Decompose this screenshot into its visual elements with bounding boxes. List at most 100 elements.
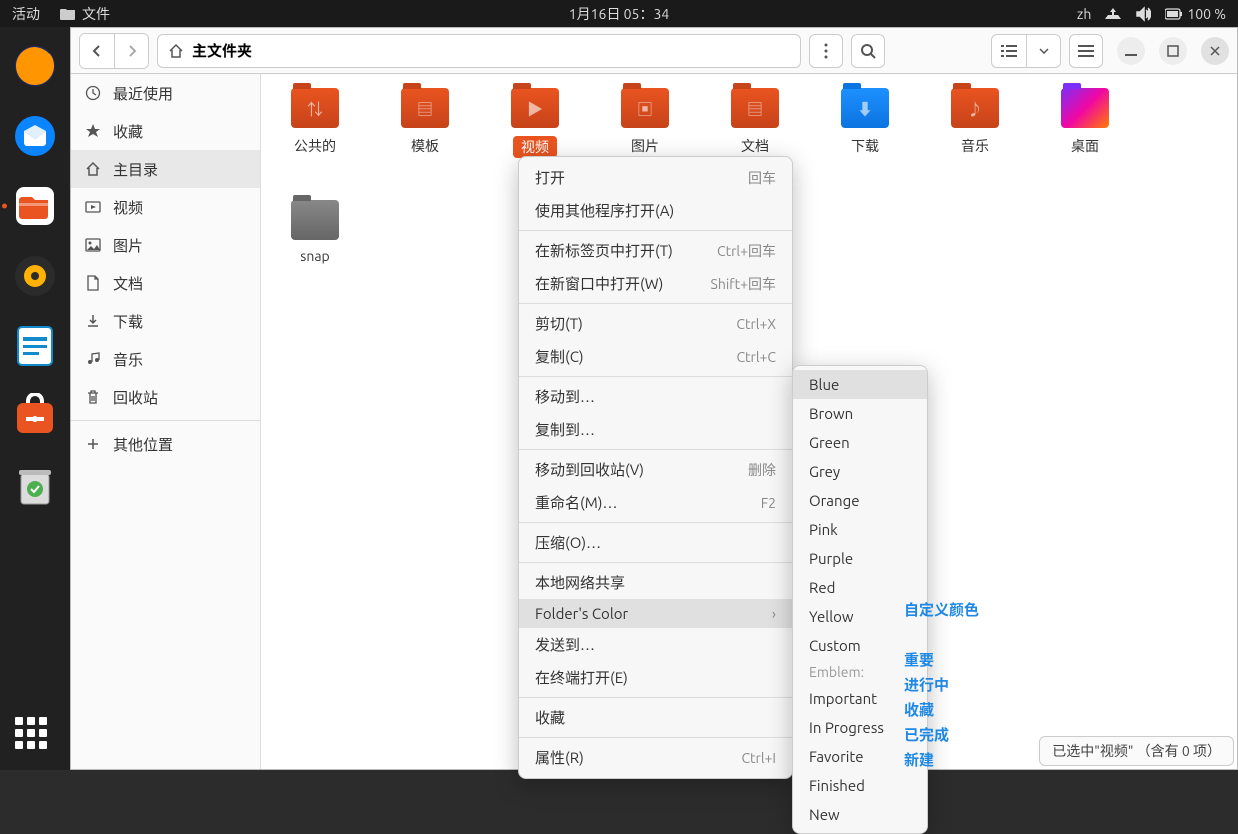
sidebar-item-home[interactable]: 主目录: [71, 150, 260, 188]
menu-shortcut: Shift+回车: [711, 274, 776, 294]
app-menu[interactable]: 文件: [60, 4, 110, 24]
submenu-item-blue[interactable]: Blue: [793, 370, 927, 399]
battery-label: 100 %: [1187, 6, 1226, 22]
minimize-button[interactable]: [1117, 37, 1145, 65]
menu-label: New: [809, 806, 840, 823]
menu-item[interactable]: 属性(R)Ctrl+I: [519, 741, 792, 774]
menu-item[interactable]: 收藏: [519, 701, 792, 734]
folder-item[interactable]: 桌面: [1055, 88, 1115, 158]
menu-item[interactable]: 复制(C)Ctrl+C: [519, 340, 792, 373]
menu-label: 移动到…: [535, 386, 595, 407]
plus-icon: [85, 436, 101, 452]
sidebar-item-clock[interactable]: 最近使用: [71, 74, 260, 112]
dock-trash[interactable]: [8, 459, 62, 513]
sidebar-item-music[interactable]: 音乐: [71, 340, 260, 378]
more-button[interactable]: [809, 34, 843, 68]
sidebar-item-star[interactable]: 收藏: [71, 112, 260, 150]
menu-item[interactable]: 在新窗口中打开(W)Shift+回车: [519, 267, 792, 300]
dock-show-apps[interactable]: [8, 710, 62, 764]
menu-item[interactable]: 使用其他程序打开(A): [519, 194, 792, 227]
menu-item[interactable]: 本地网络共享: [519, 566, 792, 599]
forward-button[interactable]: [114, 34, 148, 68]
folder-icon: [60, 6, 76, 22]
menu-item[interactable]: 在终端打开(E): [519, 661, 792, 694]
menu-label: 在终端打开(E): [535, 667, 628, 688]
path-label: 主文件夹: [192, 40, 252, 61]
sidebar-other-locations[interactable]: 其他位置: [71, 425, 260, 463]
folder-label: 模板: [411, 136, 439, 156]
sidebar-item-video[interactable]: 视频: [71, 188, 260, 226]
folder-icon: ▣: [621, 88, 669, 128]
view-switcher[interactable]: [991, 34, 1061, 68]
network-icon[interactable]: [1105, 6, 1121, 22]
menu-label: Folder's Color: [535, 605, 628, 622]
sidebar: 最近使用收藏主目录视频图片文档下载音乐回收站其他位置: [71, 74, 261, 769]
dock-files[interactable]: [8, 179, 62, 233]
clock[interactable]: 1月16日 05：34: [569, 4, 669, 24]
back-button[interactable]: [80, 34, 114, 68]
sidebar-item-label: 其他位置: [113, 434, 173, 455]
sidebar-item-label: 收藏: [113, 121, 143, 142]
menu-label: Red: [809, 579, 835, 596]
submenu-item-grey[interactable]: Grey: [793, 457, 927, 486]
menu-item[interactable]: 打开回车: [519, 161, 792, 194]
submenu-item-green[interactable]: Green: [793, 428, 927, 457]
clock-icon: [85, 85, 101, 101]
menu-label: 移动到回收站(V): [535, 459, 644, 480]
sidebar-item-image[interactable]: 图片: [71, 226, 260, 264]
submenu-item-orange[interactable]: Orange: [793, 486, 927, 515]
folder-item[interactable]: ⬇下载: [835, 88, 895, 158]
activities-button[interactable]: 活动: [12, 4, 40, 24]
sidebar-item-label: 图片: [113, 235, 143, 256]
folder-item[interactable]: ▣ 图片: [615, 88, 675, 158]
menu-label: Brown: [809, 405, 853, 422]
menu-item[interactable]: 移动到…: [519, 380, 792, 413]
folder-icon: ⬇: [841, 88, 889, 128]
menu-item[interactable]: Folder's Color›: [519, 599, 792, 628]
dock-thunderbird[interactable]: [8, 109, 62, 163]
menu-item[interactable]: 重命名(M)…F2: [519, 486, 792, 519]
sidebar-item-label: 文档: [113, 273, 143, 294]
menu-label: 复制到…: [535, 419, 595, 440]
sidebar-item-doc[interactable]: 文档: [71, 264, 260, 302]
submenu-item-purple[interactable]: Purple: [793, 544, 927, 573]
volume-icon[interactable]: [1135, 6, 1151, 22]
dock-rhythmbox[interactable]: [8, 249, 62, 303]
menu-label: Purple: [809, 550, 853, 567]
menu-item[interactable]: 在新标签页中打开(T)Ctrl+回车: [519, 234, 792, 267]
menu-item[interactable]: 压缩(O)…: [519, 526, 792, 559]
folder-item[interactable]: ▤文档: [725, 88, 785, 158]
battery-indicator[interactable]: 100 %: [1165, 6, 1226, 22]
toolbar: 主文件夹: [71, 28, 1237, 74]
input-method-indicator[interactable]: zh: [1077, 6, 1091, 22]
maximize-button[interactable]: [1159, 37, 1187, 65]
path-bar[interactable]: 主文件夹: [157, 34, 801, 68]
folder-item[interactable]: ⇅公共的: [285, 88, 345, 158]
menu-item[interactable]: 移动到回收站(V)删除: [519, 453, 792, 486]
sidebar-item-download[interactable]: 下载: [71, 302, 260, 340]
submenu-item-emblem[interactable]: New: [793, 800, 927, 829]
menu-item[interactable]: 复制到…: [519, 413, 792, 446]
menu-item[interactable]: 剪切(T)Ctrl+X: [519, 307, 792, 340]
folder-label: 图片: [631, 136, 659, 156]
folder-item[interactable]: snap: [285, 200, 345, 264]
submenu-item-brown[interactable]: Brown: [793, 399, 927, 428]
menu-shortcut: Ctrl+I: [741, 750, 776, 766]
folder-item[interactable]: ▤模板: [395, 88, 455, 158]
hamburger-button[interactable]: [1069, 34, 1103, 68]
submenu-item-emblem[interactable]: Finished: [793, 771, 927, 800]
sidebar-item-trash[interactable]: 回收站: [71, 378, 260, 416]
folder-item[interactable]: ♪音乐: [945, 88, 1005, 158]
search-button[interactable]: [851, 34, 885, 68]
dock-software[interactable]: [8, 389, 62, 443]
app-label: 文件: [82, 4, 110, 24]
folder-icon: ▶: [511, 88, 559, 128]
submenu-item-pink[interactable]: Pink: [793, 515, 927, 544]
menu-item[interactable]: 发送到…: [519, 628, 792, 661]
folder-item[interactable]: ▶视频: [505, 88, 565, 158]
close-button[interactable]: [1201, 37, 1229, 65]
menu-label: 使用其他程序打开(A): [535, 200, 674, 221]
dock-writer[interactable]: [8, 319, 62, 373]
dock-firefox[interactable]: [8, 39, 62, 93]
image-icon: [85, 237, 101, 253]
